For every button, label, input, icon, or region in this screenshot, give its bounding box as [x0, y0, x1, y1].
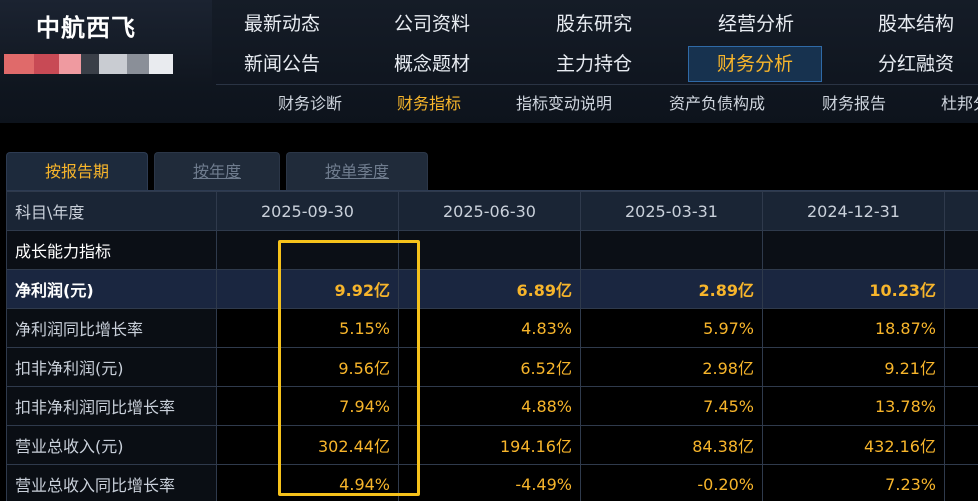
- empty-cell: [945, 465, 978, 501]
- main-nav: 最新动态 公司资料 股东研究 经营分析 股本结构 新闻公告 概念题材 主力持仓 …: [216, 4, 978, 86]
- subnav-financial-reports[interactable]: 财务报告: [822, 88, 886, 120]
- row-label: 扣非净利润(元): [7, 348, 217, 387]
- cell-value: 2.89亿: [581, 270, 763, 309]
- section-row: 成长能力指标: [7, 231, 978, 270]
- cell-value: 4.88%: [399, 387, 581, 426]
- nav-share-structure[interactable]: 股本结构: [850, 6, 978, 42]
- subnav-divider: [216, 84, 978, 85]
- cell-value: 6.52亿: [399, 348, 581, 387]
- cell-value: 2.98亿: [581, 348, 763, 387]
- row-label: 扣非净利润同比增长率: [7, 387, 217, 426]
- empty-cell: [945, 231, 978, 270]
- cell-value: 10.23亿: [763, 270, 945, 309]
- table-row[interactable]: 扣非净利润(元) 9.56亿 6.52亿 2.98亿 9.21亿: [7, 348, 978, 387]
- cell-value: 5.97%: [581, 309, 763, 348]
- header-label: 科目\年度: [7, 192, 217, 231]
- tab-by-report-period[interactable]: 按报告期: [6, 152, 148, 191]
- column-header: 2025-09-30: [217, 192, 399, 231]
- cell-value: 18.87%: [763, 309, 945, 348]
- nav-dividend-financing[interactable]: 分红融资: [850, 46, 978, 82]
- cell-value: 4.83%: [399, 309, 581, 348]
- cell-value: 302.44亿: [217, 426, 399, 465]
- financial-indicators-table: 科目\年度 2025-09-30 2025-06-30 2025-03-31 2…: [6, 190, 978, 501]
- section-label: 成长能力指标: [7, 231, 217, 270]
- cell-value: 194.16亿: [399, 426, 581, 465]
- empty-cell: [945, 387, 978, 426]
- cell-value: -4.49%: [399, 465, 581, 501]
- nav-company-profile[interactable]: 公司资料: [366, 6, 498, 42]
- cell-value: 7.23%: [763, 465, 945, 501]
- cell-value: 9.21亿: [763, 348, 945, 387]
- row-label: 净利润(元): [7, 270, 217, 309]
- empty-cell: [945, 309, 978, 348]
- cell-value: 6.89亿: [399, 270, 581, 309]
- stock-code-blurred: [4, 54, 184, 74]
- empty-cell: [945, 348, 978, 387]
- subnav-financial-diagnosis[interactable]: 财务诊断: [278, 88, 342, 120]
- cell-value: 7.94%: [217, 387, 399, 426]
- table-header-row: 科目\年度 2025-09-30 2025-06-30 2025-03-31 2…: [7, 192, 978, 231]
- empty-cell: [945, 426, 978, 465]
- stock-name: 中航西飞: [36, 8, 136, 43]
- column-header-overflow: [945, 192, 978, 231]
- column-header: 2024-12-31: [763, 192, 945, 231]
- nav-main-holdings[interactable]: 主力持仓: [528, 46, 660, 82]
- empty-cell: [217, 231, 399, 270]
- nav-shareholder-research[interactable]: 股东研究: [528, 6, 660, 42]
- nav-latest-news[interactable]: 最新动态: [216, 6, 348, 42]
- nav-financial-analysis[interactable]: 财务分析: [688, 46, 822, 82]
- tab-by-quarter[interactable]: 按单季度: [286, 152, 428, 191]
- empty-cell: [581, 231, 763, 270]
- subnav-dupont-analysis[interactable]: 杜邦分: [941, 88, 978, 120]
- cell-value: 9.92亿: [217, 270, 399, 309]
- cell-value: 5.15%: [217, 309, 399, 348]
- subnav-balance-sheet-composition[interactable]: 资产负债构成: [669, 88, 765, 120]
- subnav-financial-indicators[interactable]: 财务指标: [397, 88, 461, 120]
- column-header: 2025-06-30: [399, 192, 581, 231]
- table-row[interactable]: 营业总收入同比增长率 4.94% -4.49% -0.20% 7.23%: [7, 465, 978, 501]
- cell-value: 13.78%: [763, 387, 945, 426]
- tab-by-year[interactable]: 按年度: [154, 152, 280, 191]
- cell-value: 432.16亿: [763, 426, 945, 465]
- row-label: 营业总收入同比增长率: [7, 465, 217, 501]
- row-label: 营业总收入(元): [7, 426, 217, 465]
- cell-value: 84.38亿: [581, 426, 763, 465]
- table-row[interactable]: 净利润同比增长率 5.15% 4.83% 5.97% 18.87%: [7, 309, 978, 348]
- table-row[interactable]: 净利润(元) 9.92亿 6.89亿 2.89亿 10.23亿: [7, 270, 978, 309]
- subnav-indicator-changes[interactable]: 指标变动说明: [516, 88, 612, 120]
- empty-cell: [399, 231, 581, 270]
- table-row[interactable]: 营业总收入(元) 302.44亿 194.16亿 84.38亿 432.16亿: [7, 426, 978, 465]
- empty-cell: [763, 231, 945, 270]
- cell-value: 7.45%: [581, 387, 763, 426]
- row-label: 净利润同比增长率: [7, 309, 217, 348]
- nav-concept-themes[interactable]: 概念题材: [366, 46, 498, 82]
- top-header: 中航西飞 最新动态 公司资料 股东研究 经营分析 股本结构 新闻公告 概念题材 …: [0, 0, 978, 123]
- nav-news-announcements[interactable]: 新闻公告: [216, 46, 348, 82]
- cell-value: 9.56亿: [217, 348, 399, 387]
- stock-brand: 中航西飞: [0, 0, 212, 86]
- table-row[interactable]: 扣非净利润同比增长率 7.94% 4.88% 7.45% 13.78%: [7, 387, 978, 426]
- nav-operation-analysis[interactable]: 经营分析: [690, 6, 822, 42]
- column-header: 2025-03-31: [581, 192, 763, 231]
- cell-value: -0.20%: [581, 465, 763, 501]
- cell-value: 4.94%: [217, 465, 399, 501]
- empty-cell: [945, 270, 978, 309]
